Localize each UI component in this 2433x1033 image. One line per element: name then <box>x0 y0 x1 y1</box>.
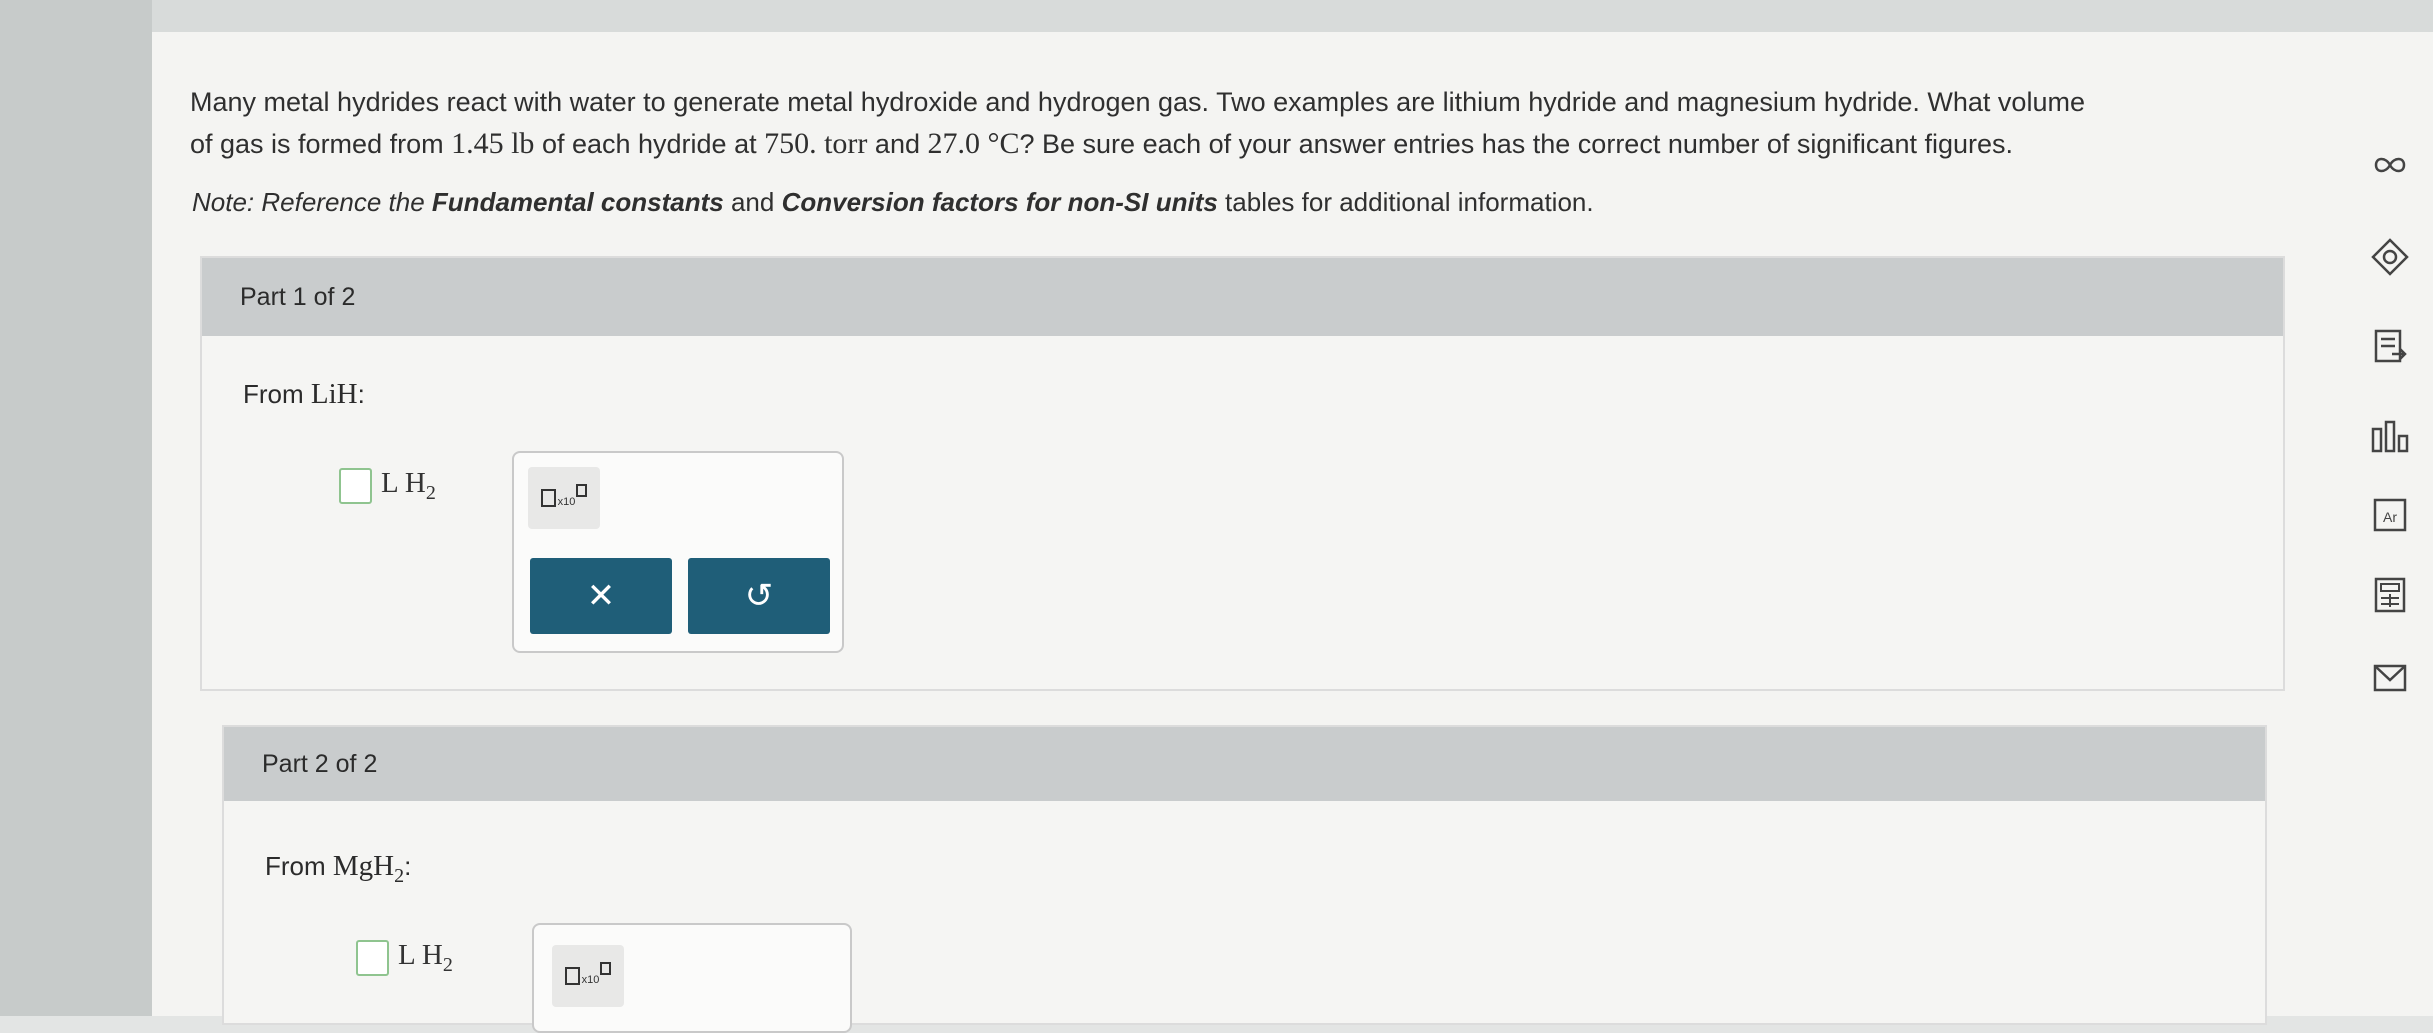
svg-text:Ar: Ar <box>2383 509 2397 525</box>
compound-lih: LiH <box>310 378 358 410</box>
email-icon[interactable] <box>2360 653 2420 703</box>
part-2-tool-panel: x10 <box>532 923 852 1033</box>
x10-button-part-2[interactable]: x10 <box>552 945 624 1007</box>
question-line-1: Many metal hydrides react with water to … <box>190 87 2085 117</box>
part-2-answer-row: L H2 <box>356 939 453 977</box>
part-2-answer-input[interactable] <box>356 939 389 976</box>
note-text: Note: Reference the Fundamental constant… <box>192 187 1594 217</box>
pressure-value: 750. torr <box>764 127 868 160</box>
part-1-prompt: From LiH: <box>243 378 365 410</box>
x10-button[interactable]: x10 <box>528 467 600 529</box>
compound-mgh2: MgH2 <box>332 850 405 887</box>
exponent-box-icon <box>576 483 588 497</box>
undo-button[interactable]: ↺ <box>688 558 830 634</box>
part-2-unit: L H2 <box>398 939 453 976</box>
mantissa-box-icon <box>564 967 580 985</box>
conversion-factors-link[interactable]: Conversion factors for non-SI units <box>782 187 1218 217</box>
worksheet-icon[interactable] <box>2360 322 2420 372</box>
part-2-header: Part 2 of 2 <box>224 727 2265 801</box>
infinity-icon[interactable] <box>2360 140 2420 190</box>
part-1-unit: L H2 <box>381 467 436 504</box>
mantissa-box-icon <box>540 489 556 507</box>
calculator-icon[interactable] <box>2360 570 2420 620</box>
top-bar <box>152 0 2433 32</box>
part-2-prompt: From MgH2: <box>265 850 412 887</box>
left-rail <box>0 0 152 1016</box>
mass-value: 1.45 lb <box>451 127 535 160</box>
part-1-answer-row: L H2 <box>339 467 436 505</box>
part-1-header: Part 1 of 2 <box>202 258 2283 336</box>
exponent-box-icon <box>600 961 612 975</box>
part-2-panel: Part 2 of 2 <box>222 725 2267 1025</box>
temperature-value: 27.0 °C <box>927 127 1020 160</box>
periodic-table-icon[interactable]: Ar <box>2360 490 2420 540</box>
chart-icon[interactable] <box>2360 412 2420 462</box>
hint-icon[interactable] <box>2360 232 2420 282</box>
clear-button[interactable]: ✕ <box>530 558 672 634</box>
fundamental-constants-link[interactable]: Fundamental constants <box>432 187 724 217</box>
question-text: Many metal hydrides react with water to … <box>190 87 2085 160</box>
part-1-answer-input[interactable] <box>339 467 372 504</box>
part-1-tool-panel: x10 ✕ ↺ <box>512 451 844 653</box>
